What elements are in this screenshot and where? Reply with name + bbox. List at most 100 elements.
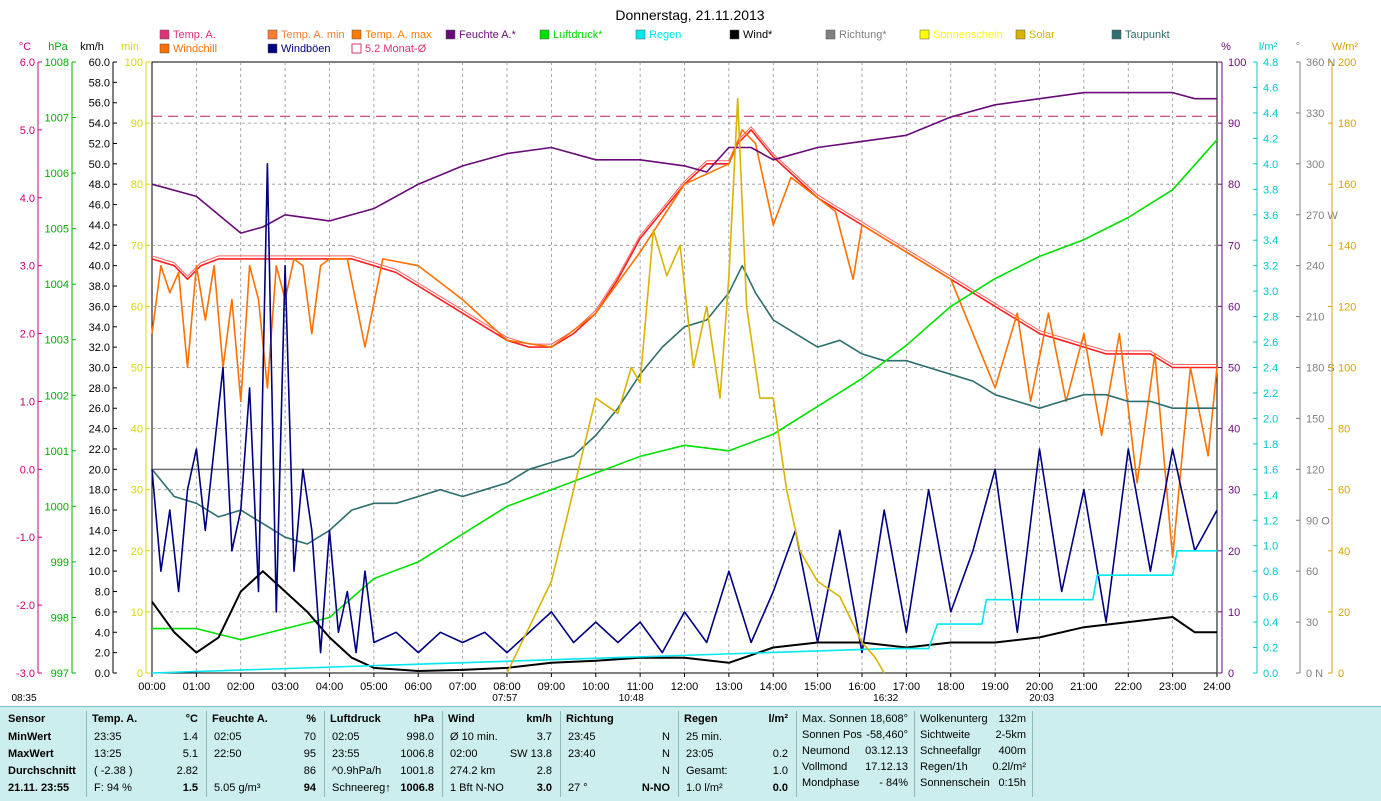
sunrise-marker: 07:57 [492, 693, 517, 704]
pressure-stats-label: 23:55 [332, 748, 360, 760]
wind-axis-label: 34.0 [89, 322, 110, 334]
time-tick-label: 05:00 [360, 681, 388, 693]
humidity-axis-label: 10 [1228, 607, 1240, 619]
pressure-axis-label: 1003 [45, 335, 69, 347]
pressure-stats-unit: hPa [413, 713, 434, 725]
legend-swatch [267, 29, 278, 40]
legend-label: Solar [1029, 29, 1055, 41]
legend-swatch [635, 29, 646, 40]
pressure-stats-label: ^0.9hPa/h [332, 765, 382, 777]
astro-info-value: 18,608° [869, 713, 908, 725]
wind-axis-label: 24.0 [89, 424, 110, 436]
sun-axis-label: 0 [137, 668, 143, 680]
direction-axis-label: 30 [1306, 617, 1318, 629]
rain-axis-label: 4.0 [1263, 159, 1278, 171]
time-tick-label: 18:00 [937, 681, 965, 693]
legend-swatch [539, 29, 550, 40]
sun-axis-label: 30 [131, 485, 143, 497]
rain-stats-label: 1.0 l/m² [686, 782, 723, 794]
legend-swatch [351, 43, 362, 54]
solar-axis-label: 60 [1338, 485, 1350, 497]
rain-axis-label: 1.8 [1263, 439, 1278, 451]
rain-axis-label: 4.2 [1263, 133, 1278, 145]
rain-axis-label: 4.6 [1263, 82, 1278, 94]
sun-axis-label: 10 [131, 607, 143, 619]
wind-axis-label: 44.0 [89, 220, 110, 232]
temp-stats-value: 1.4 [182, 731, 198, 743]
wind-axis-label: 36.0 [89, 301, 110, 313]
temp-stats-label: 13:25 [94, 748, 122, 760]
rain-axis-label: 0.6 [1263, 592, 1278, 604]
humidity-stats: Feuchte A.% 02:05 70 22:50 95 86 5.05 g/m³ 94 [206, 711, 325, 797]
axis-unit-label: hPa [48, 41, 68, 53]
time-tick-label: 21:00 [1070, 681, 1098, 693]
wind-axis-label: 6.0 [95, 607, 110, 619]
wind-stats: Wind km/h Ø 10 min. 3.7 02:00 SW 13.8 274.2 km… [442, 711, 561, 797]
time-tick-label: 24:00 [1203, 681, 1231, 693]
sun-axis-label: 100 [125, 57, 143, 69]
direction-stats-label: 23:40 [568, 748, 596, 760]
time-tick-label: 02:00 [227, 681, 255, 693]
axis-units: °C hPa km/h min% l/m² ° W/m² [19, 41, 1359, 53]
wind-axis-label: 12.0 [89, 546, 110, 558]
wind-stats-unit: km/h [526, 713, 552, 725]
legend-item: Regen [635, 29, 681, 41]
direction-stats-label: 27 ° [568, 782, 588, 794]
legend-swatch [729, 29, 740, 40]
legend-label: Temp. A. min [281, 29, 345, 41]
time-tick-label: 16:00 [848, 681, 876, 693]
sun-axis-label: 80 [131, 179, 143, 191]
rain-axis-label: 3.2 [1263, 261, 1278, 273]
temp-stats-label: F: 94 % [94, 782, 132, 794]
wind-axis-label: 32.0 [89, 342, 110, 354]
direction-axis-label: 240 [1306, 261, 1324, 273]
rain-axis-label: 3.8 [1263, 184, 1278, 196]
time-markers: 08:35 07:57 10:48 16:32 20:03 [11, 693, 1054, 704]
solar-axis-label: 0 [1338, 668, 1344, 680]
legend-label: Temp. A. max [365, 29, 432, 41]
wind-axis-label: 46.0 [89, 200, 110, 212]
wind-axis-label: 56.0 [89, 98, 110, 110]
pressure-stats-label: Schneereg↑ [332, 782, 391, 794]
time-tick-label: 08:00 [493, 681, 521, 693]
weather-info-value: 2-5km [995, 729, 1026, 741]
chart-title: Donnerstag, 21.11.2013 [615, 7, 764, 23]
wind-stats-label: 274.2 km [450, 765, 496, 777]
humidity-stats-label: 22:50 [214, 748, 242, 760]
legend-swatch [445, 29, 456, 40]
axis-unit-label: km/h [80, 41, 104, 53]
legend-swatch [1111, 29, 1122, 40]
rain-axis-label: 1.6 [1263, 464, 1278, 476]
legend-item: Temp. A. min [267, 29, 345, 41]
direction-axis-label: 150 [1306, 413, 1324, 425]
humidity-axis-label: 20 [1228, 546, 1240, 558]
pressure-stats: Luftdruck hPa 02:05 998.0 23:55 1006.8 ^0.9hPa… [324, 711, 443, 797]
pressure-stats-value: 1001.8 [400, 765, 434, 777]
time-tick-label: 17:00 [893, 681, 921, 693]
temp-stats-label: 23:35 [94, 731, 122, 743]
pressure-axis-label: 1007 [45, 113, 69, 125]
direction-stats-value: N [662, 731, 670, 743]
time-tick-label: 00:00 [138, 681, 166, 693]
wind-axis-label: 0.0 [95, 668, 110, 680]
temp-axis-label: 5.0 [20, 125, 35, 137]
temp-axis-label: 0.0 [20, 464, 35, 476]
humidity-axis-label: 90 [1228, 118, 1240, 130]
legend-label: Taupunkt [1125, 29, 1170, 41]
time-tick-label: 23:00 [1159, 681, 1187, 693]
pressure-axis-label: 999 [51, 557, 69, 569]
solar-axis-label: 20 [1338, 607, 1350, 619]
wind-stats-value: 3.0 [536, 782, 552, 794]
label-max: MaxWert [8, 748, 54, 760]
weather-info-label: Wolkenunterg [920, 713, 988, 725]
pressure-stats-value: 1006.8 [400, 782, 434, 794]
wind-stats-label: 02:00 [450, 748, 478, 760]
rain-axis-label: 3.6 [1263, 210, 1278, 222]
time-tick-label: 19:00 [981, 681, 1009, 693]
direction-stats-header: Richtung [566, 713, 614, 725]
pressure-stats-header: Luftdruck [330, 713, 381, 725]
wind-stats-header: Wind [448, 713, 475, 725]
rain-stats-label: 25 min. [686, 731, 723, 743]
wind-axis-label: 52.0 [89, 138, 110, 150]
rain-axis-label: 0.8 [1263, 566, 1278, 578]
